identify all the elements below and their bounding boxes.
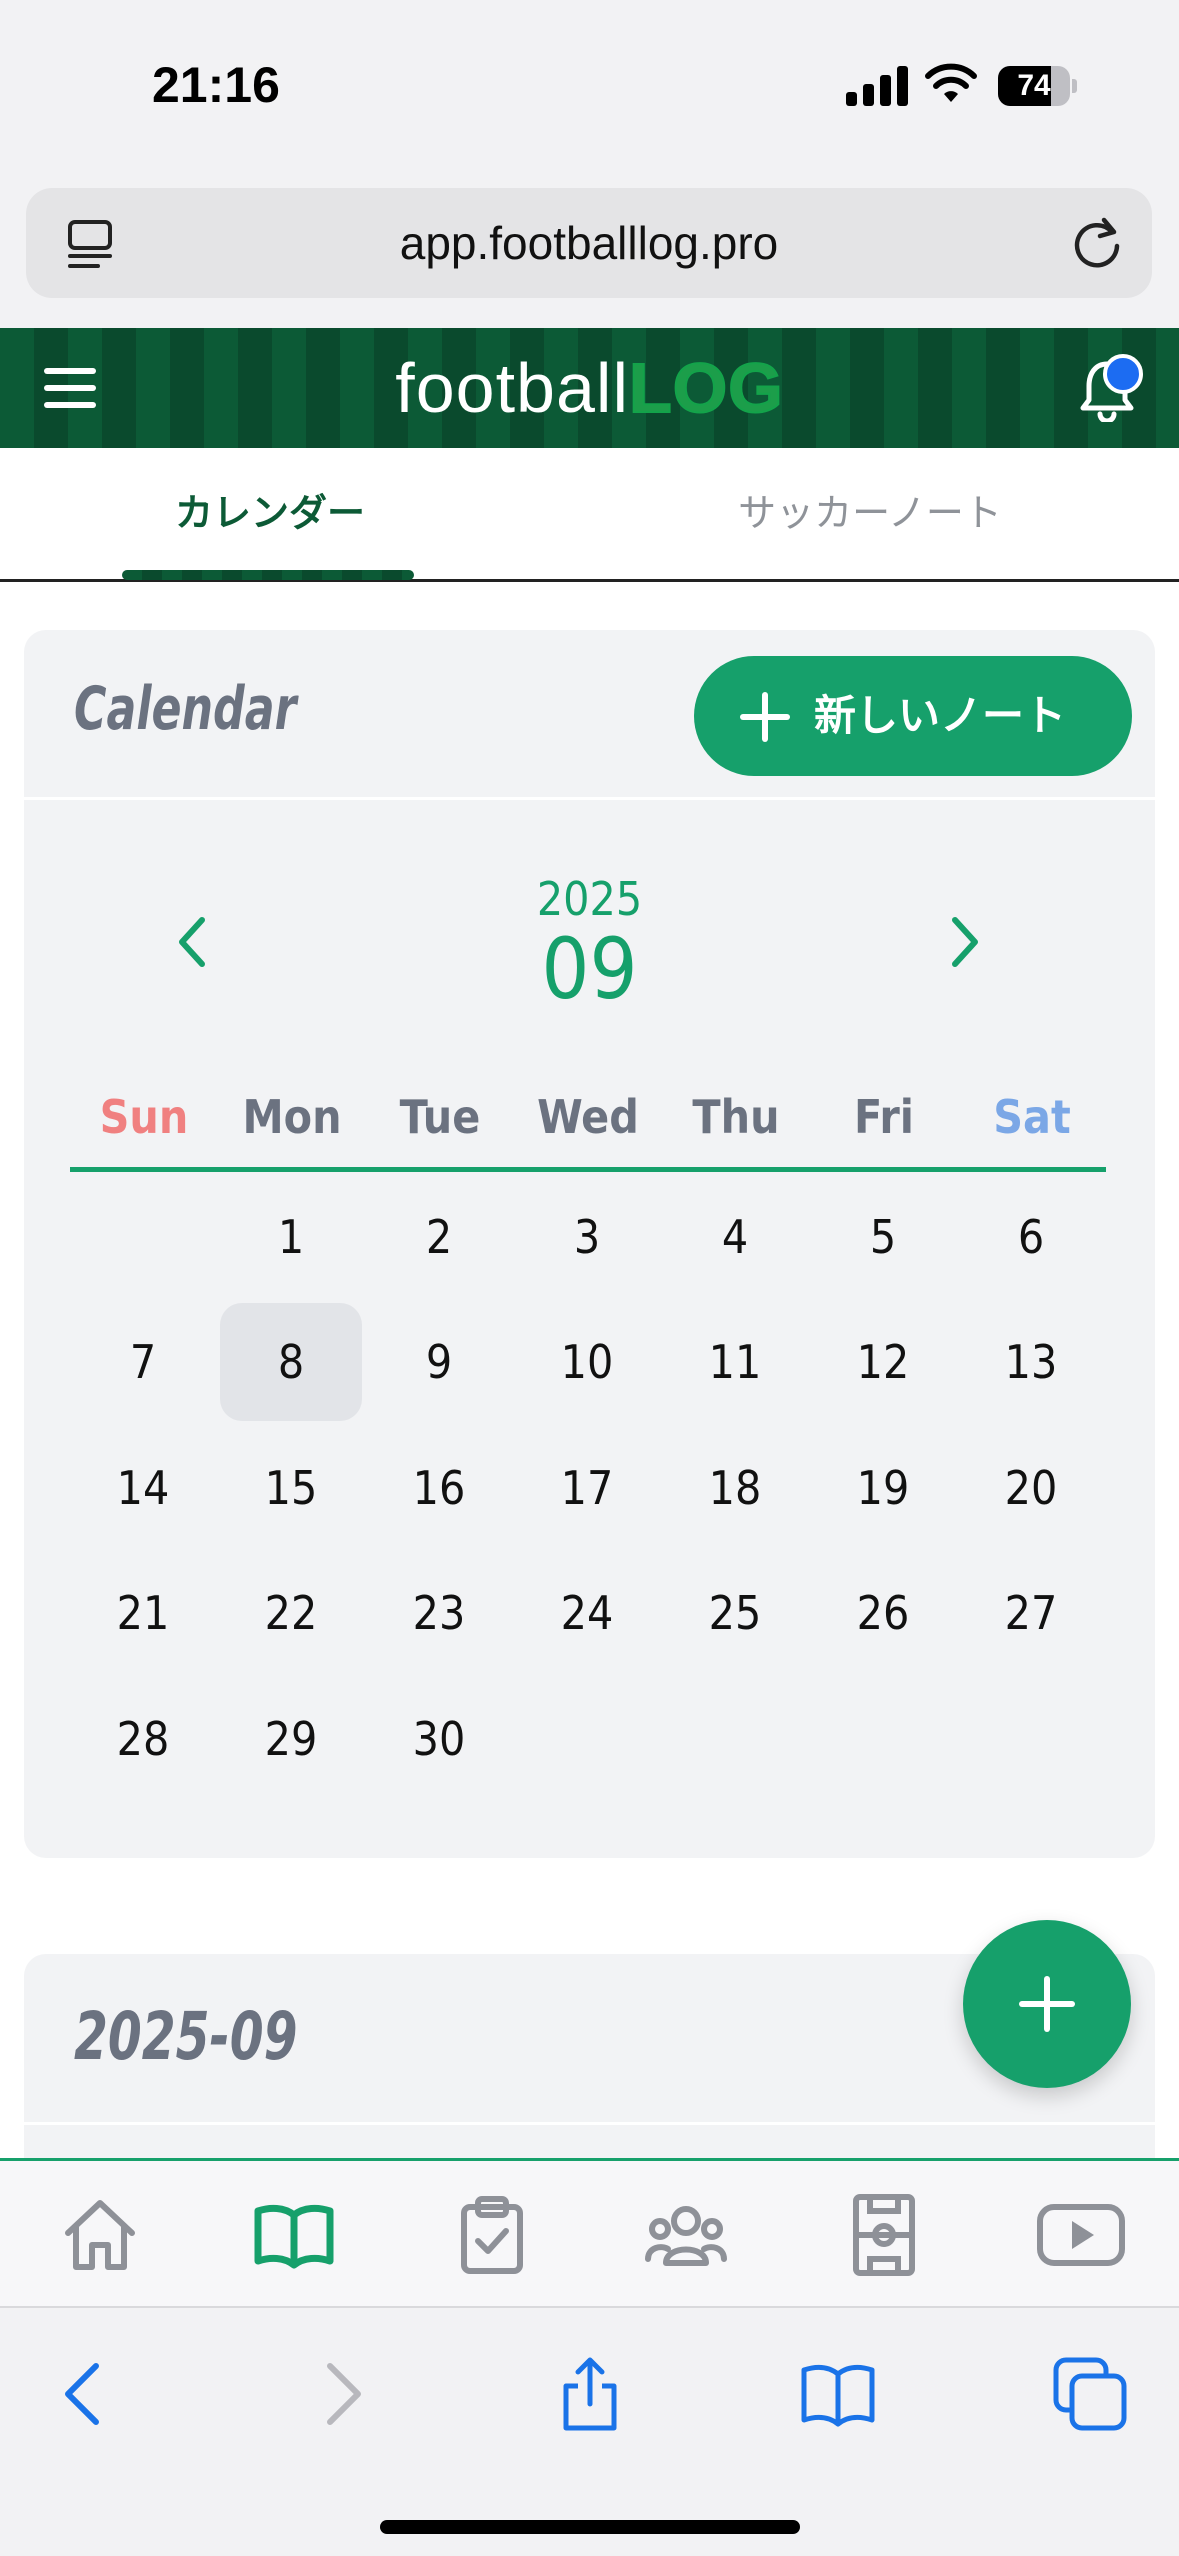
calendar-day-10[interactable]: 10 [516,1303,658,1421]
calendar-day-30[interactable]: 30 [368,1680,510,1798]
calendar-day-18[interactable]: 18 [664,1429,806,1547]
status-bar: 21:16 74 [0,0,1179,170]
weekday-mon: Mon [242,1090,342,1144]
calendar-day-13[interactable]: 13 [960,1303,1102,1421]
app-logo: footballLOG [395,348,784,428]
weekday-wed: Wed [537,1090,639,1144]
calendar-day-24[interactable]: 24 [516,1554,658,1672]
clipboard-check-icon[interactable] [450,2193,534,2277]
calendar-day-27[interactable]: 27 [960,1554,1102,1672]
calendar-day-2[interactable]: 2 [368,1178,510,1296]
calendar-day-9[interactable]: 9 [368,1303,510,1421]
calendar-day-26[interactable]: 26 [812,1554,954,1672]
status-time: 21:16 [152,57,280,113]
home-icon[interactable] [58,2193,142,2277]
calendar-day-21[interactable]: 21 [72,1554,214,1672]
calendar-day-19[interactable]: 19 [812,1429,954,1547]
video-icon[interactable] [1036,2193,1126,2277]
calendar-day-20[interactable]: 20 [960,1429,1102,1547]
calendar-day-29[interactable]: 29 [220,1680,362,1798]
battery-level: 74 [1017,69,1051,102]
calendar-card-header: Calendar 新しいノート [24,630,1155,800]
add-button[interactable] [963,1920,1131,2088]
reload-icon[interactable] [1068,214,1126,272]
calendar-day-16[interactable]: 16 [368,1429,510,1547]
active-tab-indicator [122,570,414,580]
notification-badge [1103,354,1143,394]
bookmarks-icon[interactable] [800,2356,876,2432]
calendar-title: Calendar [74,674,297,744]
weekday-thu: Thu [692,1090,780,1144]
plus-icon [740,692,790,742]
calendar-day-17[interactable]: 17 [516,1429,658,1547]
calendar-day-6[interactable]: 6 [960,1178,1102,1296]
cellular-signal-icon [846,64,908,106]
weekday-sat: Sat [993,1090,1071,1144]
calendar-day-14[interactable]: 14 [72,1429,214,1547]
calendar-day-28[interactable]: 28 [72,1680,214,1798]
bottom-nav [0,2158,1179,2306]
weekday-fri: Fri [854,1090,914,1144]
month-notes-title: 2025-09 [74,1998,298,2075]
tab-calendar[interactable]: カレンダー [60,448,480,582]
weekday-header: Sun Mon Tue Wed Thu Fri Sat [70,1082,1106,1172]
calendar-day-22[interactable]: 22 [220,1554,362,1672]
url-text[interactable]: app.footballlog.pro [26,188,1152,298]
app-header: footballLOG [0,328,1179,448]
weekday-tue: Tue [399,1090,481,1144]
browser-toolbar [0,2306,1179,2556]
calendar-year: 2025 [536,872,643,926]
battery-icon: 74 [998,66,1078,106]
calendar-day-23[interactable]: 23 [368,1554,510,1672]
tab-soccer-notes[interactable]: サッカーノート [660,448,1080,582]
tabs-icon[interactable] [1052,2356,1128,2432]
calendar-day-3[interactable]: 3 [516,1178,658,1296]
pitch-icon[interactable] [842,2193,926,2277]
calendar-month: 09 [541,920,638,1018]
back-icon[interactable] [48,2356,124,2432]
calendar-day-12[interactable]: 12 [812,1303,954,1421]
forward-icon[interactable] [302,2356,378,2432]
calendar-day-1[interactable]: 1 [220,1178,362,1296]
address-bar[interactable]: app.footballlog.pro [26,188,1152,298]
calendar-day-4[interactable]: 4 [664,1178,806,1296]
calendar-day-8[interactable]: 8 [220,1303,362,1421]
wifi-icon [925,63,977,102]
new-note-label: 新しいノート [814,691,1067,740]
calendar-day-11[interactable]: 11 [664,1303,806,1421]
divider [24,2122,1155,2125]
weekday-sun: Sun [99,1090,189,1144]
calendar-day-15[interactable]: 15 [220,1429,362,1547]
home-indicator [380,2520,800,2534]
team-icon[interactable] [644,2193,728,2277]
book-icon[interactable] [252,2193,336,2277]
new-note-button[interactable]: 新しいノート [694,656,1132,776]
calendar-day-5[interactable]: 5 [812,1178,954,1296]
tab-bar: カレンダー サッカーノート [0,448,1179,582]
share-icon[interactable] [552,2356,628,2432]
calendar-day-25[interactable]: 25 [664,1554,806,1672]
calendar-day-7[interactable]: 7 [72,1303,214,1421]
